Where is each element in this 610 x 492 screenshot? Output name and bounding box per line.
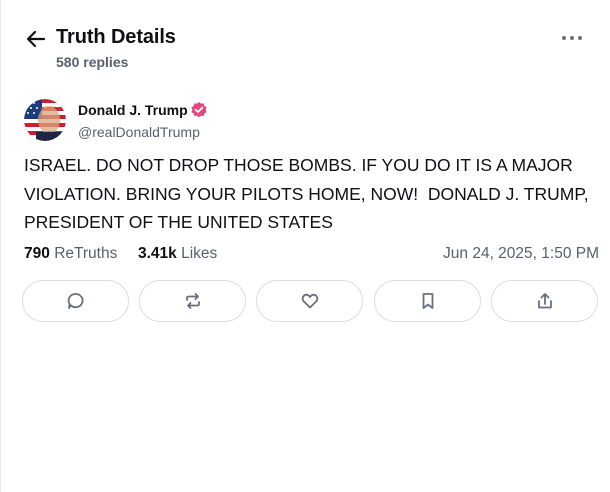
share-button[interactable]	[491, 280, 598, 322]
post-author: Donald J. Trump @realDonaldTrump	[24, 99, 424, 143]
author-handle[interactable]: @realDonaldTrump	[78, 124, 200, 140]
post-actions	[22, 280, 600, 324]
retruth-arrows-icon	[185, 293, 200, 309]
avatar-image	[24, 99, 66, 141]
heart-icon	[301, 293, 318, 309]
likes-label: Likes	[181, 245, 218, 262]
retruths-label: ReTruths	[54, 245, 118, 262]
page-header: Truth Details 580 replies	[25, 24, 595, 74]
reply-count: 580 replies	[56, 54, 129, 70]
like-button[interactable]	[256, 280, 363, 322]
retruths-count: 790	[24, 245, 50, 262]
arrow-left-icon	[26, 30, 46, 48]
share-icon	[537, 293, 552, 309]
reply-bubble-icon	[67, 293, 83, 309]
bookmark-icon	[422, 293, 433, 309]
retruths-stat[interactable]: 790 ReTruths	[24, 245, 117, 263]
post-timestamp: Jun 24, 2025, 1:50 PM	[443, 245, 599, 262]
reply-button[interactable]	[22, 280, 129, 322]
retruth-button[interactable]	[139, 280, 246, 322]
post-text: ISRAEL. DO NOT DROP THOSE BOMBS. IF YOU …	[24, 155, 594, 232]
more-horizontal-icon	[562, 36, 582, 40]
more-options-button[interactable]	[561, 30, 583, 46]
post-stats: 790 ReTruths 3.41k Likes Jun 24, 2025, 1…	[24, 245, 599, 265]
likes-count: 3.41k	[138, 245, 177, 262]
verified-check-icon	[191, 102, 207, 118]
likes-stat[interactable]: 3.41k Likes	[138, 245, 217, 263]
author-name[interactable]: Donald J. Trump	[78, 102, 188, 118]
truth-details-page: Truth Details 580 replies Donald J. Trum…	[0, 0, 610, 492]
verified-badge	[190, 101, 208, 119]
page-title: Truth Details	[56, 26, 176, 48]
avatar[interactable]	[24, 99, 66, 141]
back-button[interactable]	[25, 28, 47, 50]
bookmark-button[interactable]	[374, 280, 481, 322]
